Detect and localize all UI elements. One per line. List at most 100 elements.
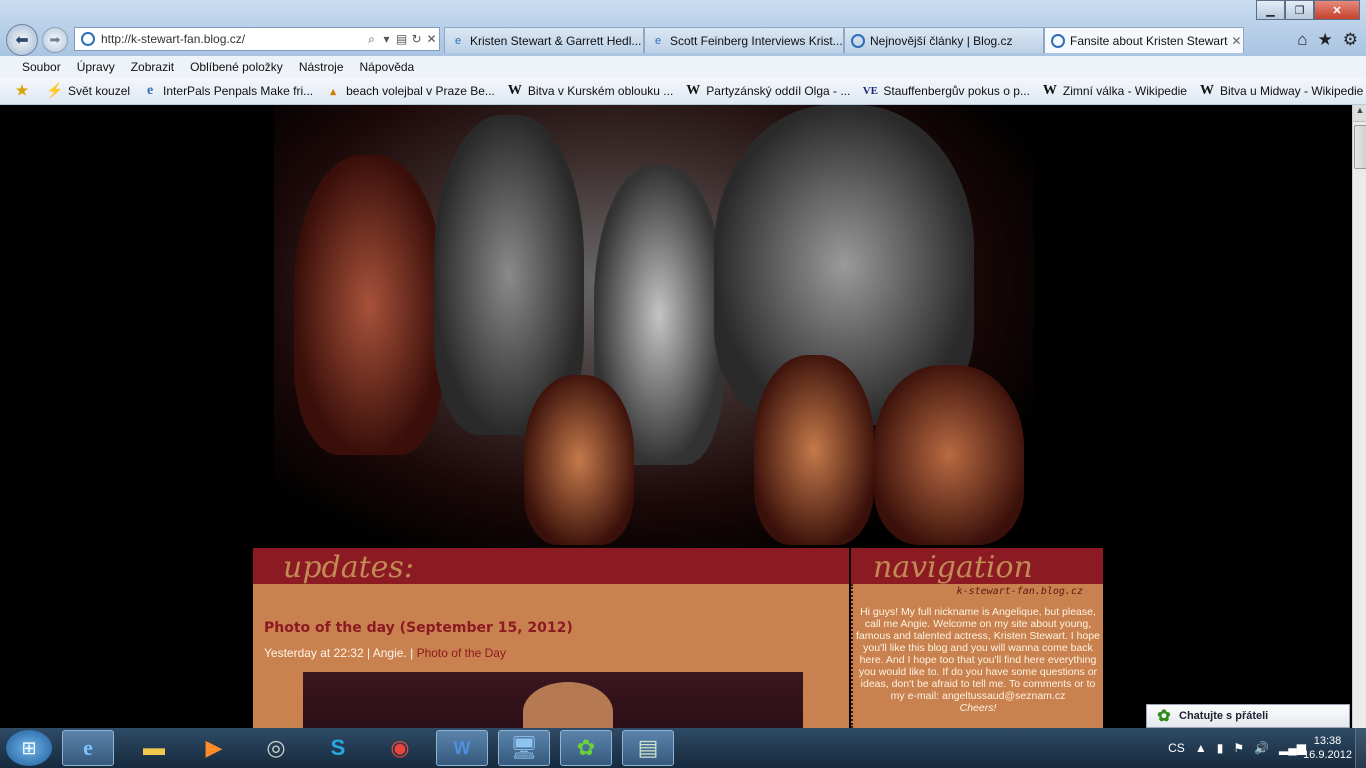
dropdown-icon[interactable]: ▾ bbox=[379, 32, 394, 46]
figure-shape bbox=[524, 375, 634, 545]
favorite-label: Bitva u Midway - Wikipedie bbox=[1219, 84, 1364, 98]
taskbar-notepad[interactable]: ▤ bbox=[622, 730, 674, 766]
taskbar-explorer[interactable]: ▬ bbox=[128, 730, 180, 766]
tab-1[interactable]: e Kristen Stewart & Garrett Hedl... bbox=[444, 27, 644, 53]
post-title[interactable]: Photo of the day (September 15, 2012) bbox=[264, 620, 573, 636]
taskbar: ⊞ e ▬ ▶ ◎ S ◉ W 🖥 ✿ ▤ CS ▲ ▮ ⚑ 🔊 ▂▄▆ 13:… bbox=[0, 728, 1366, 768]
blog-icon bbox=[1051, 33, 1065, 48]
volume-icon[interactable]: 🔊 bbox=[1254, 741, 1269, 755]
menu-zobrazit[interactable]: Zobrazit bbox=[123, 60, 182, 74]
tab-3[interactable]: Nejnovější články | Blog.cz bbox=[844, 27, 1044, 53]
blog-url: k-stewart-fan.blog.cz bbox=[956, 586, 1083, 597]
taskbar-icq[interactable]: ✿ bbox=[560, 730, 612, 766]
figure-shape bbox=[294, 155, 444, 455]
clock[interactable]: 13:38 16.9.2012 bbox=[1303, 734, 1352, 762]
vertical-scrollbar[interactable]: ▲ bbox=[1352, 105, 1366, 728]
updates-heading: updates: bbox=[283, 550, 414, 585]
tab-4-active[interactable]: Fansite about Kristen Stewart ✕ bbox=[1044, 27, 1244, 53]
ie-icon: e bbox=[83, 735, 93, 760]
post-category-link[interactable]: Photo of the Day bbox=[417, 646, 506, 660]
wikipedia-icon: W bbox=[507, 83, 522, 98]
taskbar-chrome[interactable]: ◉ bbox=[374, 730, 426, 766]
ie-icon: e bbox=[454, 34, 462, 47]
favorite-item[interactable]: VE Stauffenbergův pokus o p... bbox=[856, 83, 1036, 99]
main-column: Photo of the day (September 15, 2012) Ye… bbox=[253, 584, 849, 728]
post-photo[interactable] bbox=[303, 672, 803, 728]
computer-icon: 🖥 bbox=[510, 735, 538, 760]
taskbar-network[interactable]: 🖥 bbox=[498, 730, 550, 766]
search-icon[interactable]: ⌕ bbox=[364, 32, 379, 47]
icq-flower-icon: ✿ bbox=[576, 735, 596, 760]
compatibility-icon[interactable]: ▤ bbox=[394, 32, 409, 46]
chat-notification[interactable]: ✿ Chatujte s přáteli bbox=[1146, 704, 1350, 728]
favorite-item[interactable]: e InterPals Penpals Make fri... bbox=[136, 83, 319, 99]
media-player-icon: ▶ bbox=[205, 735, 223, 760]
favorite-item[interactable]: W Bitva u Midway - Wikipedie bbox=[1193, 83, 1366, 99]
favorite-item[interactable]: ▴ beach volejbal v Praze Be... bbox=[319, 83, 501, 99]
favorite-label: Zimní válka - Wikipedie bbox=[1062, 84, 1187, 98]
tab-label: Scott Feinberg Interviews Krist... bbox=[670, 33, 843, 48]
favorite-label: Svět kouzel bbox=[68, 84, 131, 98]
back-button[interactable]: ⬅ bbox=[6, 24, 38, 56]
home-icon[interactable]: ⌂ bbox=[1297, 30, 1307, 50]
favorite-item[interactable]: W Bitva v Kurském oblouku ... bbox=[501, 83, 679, 99]
tab-2[interactable]: e Scott Feinberg Interviews Krist... bbox=[644, 27, 844, 53]
start-button[interactable]: ⊞ bbox=[6, 730, 52, 766]
taskbar-skype[interactable]: S bbox=[312, 730, 364, 766]
forward-button[interactable]: ➡ bbox=[42, 27, 68, 53]
taskbar-word[interactable]: W bbox=[436, 730, 488, 766]
wikipedia-icon: W bbox=[686, 83, 701, 98]
tab-label: Kristen Stewart & Garrett Hedl... bbox=[470, 33, 642, 48]
menu-soubor[interactable]: Soubor bbox=[14, 60, 69, 74]
taskbar-app[interactable]: ◎ bbox=[250, 730, 302, 766]
favorites-star[interactable]: ★ bbox=[0, 83, 41, 99]
arrow-left-icon: ⬅ bbox=[15, 32, 29, 49]
minimize-button[interactable]: ▁ bbox=[1256, 0, 1285, 20]
favorite-label: Stauffenbergův pokus o p... bbox=[883, 84, 1030, 98]
battery-icon[interactable]: ▮ bbox=[1217, 741, 1224, 755]
favorite-label: Partyzánský oddíl Olga - ... bbox=[706, 84, 851, 98]
menu-upravy[interactable]: Úpravy bbox=[69, 60, 123, 74]
menu-napoveda[interactable]: Nápověda bbox=[352, 60, 423, 74]
chat-notification-label: Chatujte s přáteli bbox=[1179, 710, 1269, 722]
flag-icon[interactable]: ⚑ bbox=[1233, 741, 1244, 755]
wikipedia-icon: W bbox=[1199, 83, 1214, 98]
chrome-icon: ◉ bbox=[390, 735, 410, 760]
menu-nastroje[interactable]: Nástroje bbox=[291, 60, 352, 74]
taskbar-ie[interactable]: e bbox=[62, 730, 114, 766]
tab-label: Fansite about Kristen Stewart bbox=[1070, 33, 1228, 48]
language-indicator[interactable]: CS bbox=[1168, 741, 1185, 755]
post-meta: Yesterday at 22:32 | Angie. | Photo of t… bbox=[264, 646, 506, 660]
menu-oblibene[interactable]: Oblíbené položky bbox=[182, 60, 291, 74]
favorite-item[interactable]: ⚡ Svět kouzel bbox=[41, 83, 136, 99]
gear-icon[interactable]: ⚙ bbox=[1343, 30, 1358, 50]
address-url[interactable]: http://k-stewart-fan.blog.cz/ bbox=[101, 32, 364, 46]
navigation-sidebar: k-stewart-fan.blog.cz Hi guys! My full n… bbox=[851, 584, 1103, 728]
address-bar[interactable]: http://k-stewart-fan.blog.cz/ ⌕ ▾ ▤ ↻ ✕ bbox=[74, 27, 440, 51]
refresh-icon[interactable]: ↻ bbox=[409, 32, 424, 46]
maximize-button[interactable]: ❐ bbox=[1285, 0, 1314, 20]
folder-icon: ▬ bbox=[143, 735, 165, 760]
ie-icon: e bbox=[146, 83, 154, 98]
welcome-cheers: Cheers! bbox=[959, 702, 997, 714]
close-tab-icon[interactable]: ✕ bbox=[1227, 34, 1241, 48]
windows-logo-icon: ⊞ bbox=[21, 737, 37, 758]
tray-arrow-icon[interactable]: ▲ bbox=[1195, 741, 1207, 755]
favorite-label: beach volejbal v Praze Be... bbox=[346, 84, 495, 98]
signal-icon[interactable]: ▂▄▆ bbox=[1279, 741, 1306, 755]
stop-icon[interactable]: ✕ bbox=[424, 32, 439, 46]
favorite-item[interactable]: W Partyzánský oddíl Olga - ... bbox=[679, 83, 856, 99]
disc-icon: ◎ bbox=[266, 735, 286, 760]
taskbar-media-player[interactable]: ▶ bbox=[188, 730, 240, 766]
menu-bar: Soubor Úpravy Zobrazit Oblíbené položky … bbox=[0, 56, 1366, 79]
skype-icon: S bbox=[330, 735, 346, 760]
favorite-item[interactable]: W Zimní válka - Wikipedie bbox=[1036, 83, 1193, 99]
scroll-up-icon[interactable]: ▲ bbox=[1353, 105, 1366, 122]
scroll-thumb[interactable] bbox=[1354, 125, 1366, 169]
star-icon[interactable]: ★ bbox=[1318, 30, 1333, 50]
figure-shape bbox=[754, 355, 874, 545]
show-desktop-button[interactable] bbox=[1355, 728, 1366, 768]
photo-subject bbox=[523, 682, 613, 728]
close-button[interactable]: ✕ bbox=[1314, 0, 1360, 20]
figure-shape bbox=[874, 365, 1024, 545]
